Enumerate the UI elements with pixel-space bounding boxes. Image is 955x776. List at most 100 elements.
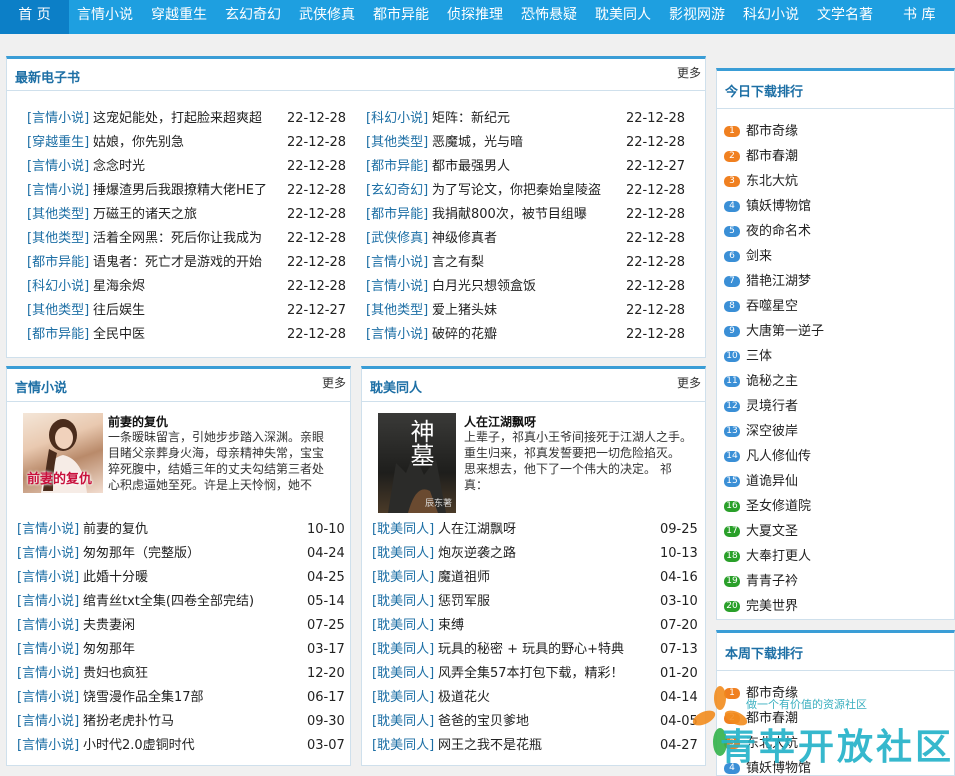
list-item[interactable]: [耽美同人] 人在江湖飘呀 09-25 bbox=[372, 518, 730, 542]
list-item[interactable]: [言情小说] 匆匆那年（完整版） 04-24 bbox=[17, 542, 377, 566]
item-title[interactable]: 星海余烬 bbox=[93, 279, 145, 294]
item-title[interactable]: 夫贵妻闲 bbox=[83, 618, 135, 633]
nav-item-11[interactable]: 文学名著 bbox=[817, 0, 873, 34]
rank-item[interactable]: 9 大唐第一逆子 bbox=[724, 319, 824, 344]
list-item[interactable]: [言情小说] 前妻的复仇 10-10 bbox=[17, 518, 377, 542]
feature-title[interactable]: 人在江湖飘呀 bbox=[464, 413, 536, 430]
rank-item[interactable]: 10 三体 bbox=[724, 344, 772, 369]
rank-item[interactable]: 19 青青子衿 bbox=[724, 569, 798, 594]
item-title[interactable]: 极道花火 bbox=[438, 690, 490, 705]
list-item[interactable]: [言情小说] 这宠妃能处，打起脸来超爽超 22-12-28 bbox=[27, 107, 357, 131]
rank-title[interactable]: 深空彼岸 bbox=[746, 424, 798, 439]
list-item[interactable]: [言情小说] 匆匆那年 03-17 bbox=[17, 638, 377, 662]
item-category[interactable]: [都市异能] bbox=[366, 155, 428, 179]
rank-item[interactable]: 1 都市奇缘 bbox=[724, 119, 798, 144]
list-item[interactable]: [言情小说] 饶雪漫作品全集17部 06-17 bbox=[17, 686, 377, 710]
rank-item[interactable]: 16 圣女修道院 bbox=[724, 494, 811, 519]
rank-item[interactable]: 20 完美世界 bbox=[724, 594, 798, 619]
rank-title[interactable]: 道诡异仙 bbox=[746, 474, 798, 489]
item-title[interactable]: 姑娘，你先别急 bbox=[93, 135, 184, 150]
item-title[interactable]: 小时代2.0虚铜时代 bbox=[83, 738, 195, 753]
nav-item-1[interactable]: 言情小说 bbox=[77, 0, 133, 34]
rank-item[interactable]: 1 都市奇缘 bbox=[724, 681, 798, 706]
rank-title[interactable]: 都市春潮 bbox=[746, 711, 798, 726]
item-title[interactable]: 语鬼者：死亡才是游戏的开始 bbox=[93, 255, 262, 270]
item-category[interactable]: [科幻小说] bbox=[27, 275, 89, 299]
item-title[interactable]: 爸爸的宝贝爹地 bbox=[438, 714, 529, 729]
item-category[interactable]: [都市异能] bbox=[27, 323, 89, 347]
rank-title[interactable]: 大唐第一逆子 bbox=[746, 324, 824, 339]
item-category[interactable]: [言情小说] bbox=[366, 251, 428, 275]
rank-title[interactable]: 都市春潮 bbox=[746, 149, 798, 164]
item-title[interactable]: 念念时光 bbox=[93, 159, 145, 174]
rank-item[interactable]: 3 东北大炕 bbox=[724, 169, 798, 194]
list-item[interactable]: [耽美同人] 炮灰逆袭之路 10-13 bbox=[372, 542, 730, 566]
item-title[interactable]: 贵妇也疯狂 bbox=[83, 666, 148, 681]
item-category[interactable]: [耽美同人] bbox=[372, 614, 434, 638]
item-category[interactable]: [耽美同人] bbox=[372, 542, 434, 566]
rank-item[interactable]: 18 大奉打更人 bbox=[724, 544, 811, 569]
item-category[interactable]: [言情小说] bbox=[17, 710, 79, 734]
rank-title[interactable]: 剑来 bbox=[746, 249, 772, 264]
list-item[interactable]: [耽美同人] 惩罚军服 03-10 bbox=[372, 590, 730, 614]
item-title[interactable]: 绾青丝txt全集(四卷全部完结) bbox=[83, 594, 254, 609]
nav-item-3[interactable]: 玄幻奇幻 bbox=[225, 0, 281, 34]
nav-item-9[interactable]: 影视网游 bbox=[669, 0, 725, 34]
list-item[interactable]: [耽美同人] 极道花火 04-14 bbox=[372, 686, 730, 710]
item-category[interactable]: [言情小说] bbox=[17, 542, 79, 566]
item-category[interactable]: [言情小说] bbox=[17, 590, 79, 614]
more-link[interactable]: 更多 bbox=[322, 374, 346, 391]
item-title[interactable]: 猪扮老虎扑竹马 bbox=[83, 714, 174, 729]
item-category[interactable]: [耽美同人] bbox=[372, 734, 434, 758]
list-item[interactable]: [都市异能] 语鬼者：死亡才是游戏的开始 22-12-28 bbox=[27, 251, 357, 275]
item-title[interactable]: 人在江湖飘呀 bbox=[438, 522, 516, 537]
rank-title[interactable]: 吞噬星空 bbox=[746, 299, 798, 314]
rank-item[interactable]: 13 深空彼岸 bbox=[724, 419, 798, 444]
list-item[interactable]: [科幻小说] 星海余烬 22-12-28 bbox=[27, 275, 357, 299]
item-title[interactable]: 言之有梨 bbox=[432, 255, 484, 270]
item-title[interactable]: 匆匆那年 bbox=[83, 642, 135, 657]
item-title[interactable]: 风弄全集57本打包下载，精彩！ bbox=[438, 666, 624, 681]
more-link[interactable]: 更多 bbox=[677, 374, 701, 391]
rank-title[interactable]: 大夏文圣 bbox=[746, 524, 798, 539]
list-item[interactable]: [其他类型] 恶魔城，光与暗 22-12-28 bbox=[366, 131, 696, 155]
list-item[interactable]: [言情小说] 小时代2.0虚铜时代 03-07 bbox=[17, 734, 377, 758]
list-item[interactable]: [耽美同人] 网王之我不是花瓶 04-27 bbox=[372, 734, 730, 758]
item-title[interactable]: 我捐献800次，被节目组曝 bbox=[432, 207, 587, 222]
item-category[interactable]: [其他类型] bbox=[366, 131, 428, 155]
item-category[interactable]: [其他类型] bbox=[27, 203, 89, 227]
list-item[interactable]: [言情小说] 绾青丝txt全集(四卷全部完结) 05-14 bbox=[17, 590, 377, 614]
item-title[interactable]: 惩罚军服 bbox=[438, 594, 490, 609]
list-item[interactable]: [耽美同人] 魔道祖师 04-16 bbox=[372, 566, 730, 590]
rank-item[interactable]: 14 凡人修仙传 bbox=[724, 444, 811, 469]
item-title[interactable]: 活着全网黑：死后你让我成为 bbox=[93, 231, 262, 246]
list-item[interactable]: [都市异能] 都市最强男人 22-12-27 bbox=[366, 155, 696, 179]
rank-title[interactable]: 青青子衿 bbox=[746, 574, 798, 589]
item-title[interactable]: 全民中医 bbox=[93, 327, 145, 342]
list-item[interactable]: [耽美同人] 风弄全集57本打包下载，精彩！ 01-20 bbox=[372, 662, 730, 686]
rank-title[interactable]: 镇妖博物馆 bbox=[746, 199, 811, 214]
item-title[interactable]: 这宠妃能处，打起脸来超爽超 bbox=[93, 111, 262, 126]
nav-item-4[interactable]: 武侠修真 bbox=[299, 0, 355, 34]
nav-item-5[interactable]: 都市异能 bbox=[373, 0, 429, 34]
item-title[interactable]: 玩具的秘密 + 玩具的野心+特典 bbox=[438, 642, 624, 657]
item-category[interactable]: [耽美同人] bbox=[372, 686, 434, 710]
list-item[interactable]: [玄幻奇幻] 为了写论文，你把秦始皇陵盗 22-12-28 bbox=[366, 179, 696, 203]
item-title[interactable]: 爱上猪头妹 bbox=[432, 303, 497, 318]
item-title[interactable]: 前妻的复仇 bbox=[83, 522, 148, 537]
list-item[interactable]: [耽美同人] 玩具的秘密 + 玩具的野心+特典 07-13 bbox=[372, 638, 730, 662]
rank-item[interactable]: 2 都市春潮 bbox=[724, 144, 798, 169]
rank-title[interactable]: 大奉打更人 bbox=[746, 549, 811, 564]
item-category[interactable]: [言情小说] bbox=[17, 566, 79, 590]
item-title[interactable]: 破碎的花瓣 bbox=[432, 327, 497, 342]
feature-title[interactable]: 前妻的复仇 bbox=[108, 413, 168, 430]
rank-item[interactable]: 4 镇妖博物馆 bbox=[724, 756, 811, 776]
item-title[interactable]: 捶爆渣男后我跟撩精大佬HE了 bbox=[93, 183, 267, 198]
item-category[interactable]: [言情小说] bbox=[17, 614, 79, 638]
rank-item[interactable]: 17 大夏文圣 bbox=[724, 519, 798, 544]
rank-title[interactable]: 都市奇缘 bbox=[746, 124, 798, 139]
item-category[interactable]: [言情小说] bbox=[17, 734, 79, 758]
item-category[interactable]: [言情小说] bbox=[27, 179, 89, 203]
rank-title[interactable]: 都市奇缘 bbox=[746, 686, 798, 701]
list-item[interactable]: [言情小说] 捶爆渣男后我跟撩精大佬HE了 22-12-28 bbox=[27, 179, 357, 203]
